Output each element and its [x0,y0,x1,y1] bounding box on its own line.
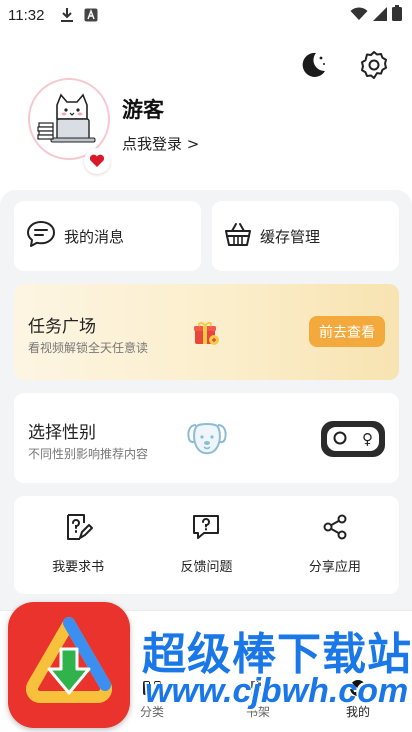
feedback-icon [191,512,221,546]
heart-badge-icon [84,148,110,174]
request-book-icon [63,512,94,546]
status-bar: 11:32 [0,0,412,30]
my-messages-card[interactable]: 我的消息 [14,201,201,271]
task-subtitle: 看视频解锁全天任意读 [28,341,149,355]
download-icon [60,7,74,23]
wifi-icon [350,6,368,25]
chat-bubble-icon [26,220,56,252]
toggle-track: ♀ [327,427,379,451]
feedback-button[interactable]: 反馈问题 [142,496,270,594]
login-link[interactable]: 点我登录 > [122,133,199,154]
go-view-button[interactable]: 前去查看 [309,316,385,347]
a-notification-icon [84,8,98,22]
gender-toggle[interactable]: ♀ [321,421,385,457]
tools-card: 我要求书 反馈问题 分享应用 [14,496,399,594]
signal-icon [373,6,387,25]
cache-management-label: 缓存管理 [260,227,321,246]
cache-management-card[interactable]: 缓存管理 [212,201,399,271]
female-symbol-icon: ♀ [362,430,373,448]
feedback-label: 反馈问题 [180,560,233,575]
my-messages-label: 我的消息 [64,227,125,246]
user-name: 游客 [122,98,164,122]
gender-title: 选择性别 [28,423,96,443]
gift-icon [192,320,220,350]
share-icon [320,512,350,546]
gender-subtitle: 不同性别影响推荐内容 [28,447,149,461]
share-app-button[interactable]: 分享应用 [271,496,399,594]
watermark-url: www.cjbwh.com [145,672,409,710]
profile-header: 游客 点我登录 > [0,30,412,190]
gender-select-card: 选择性别 不同性别影响推荐内容 ♀ [14,393,399,483]
basket-icon [224,221,252,251]
watermark-logo [8,602,130,728]
gear-icon[interactable] [357,48,391,82]
status-time: 11:32 [8,6,45,24]
task-title: 任务广场 [28,317,96,337]
battery-icon [392,5,402,25]
request-book-button[interactable]: 我要求书 [14,496,142,594]
moon-icon[interactable] [295,48,329,82]
share-app-label: 分享应用 [308,560,361,575]
dog-icon [186,419,228,461]
request-book-label: 我要求书 [52,560,105,575]
task-square-card[interactable]: 任务广场 看视频解锁全天任意读 前去查看 [14,284,399,380]
toggle-knob-icon [333,430,347,449]
